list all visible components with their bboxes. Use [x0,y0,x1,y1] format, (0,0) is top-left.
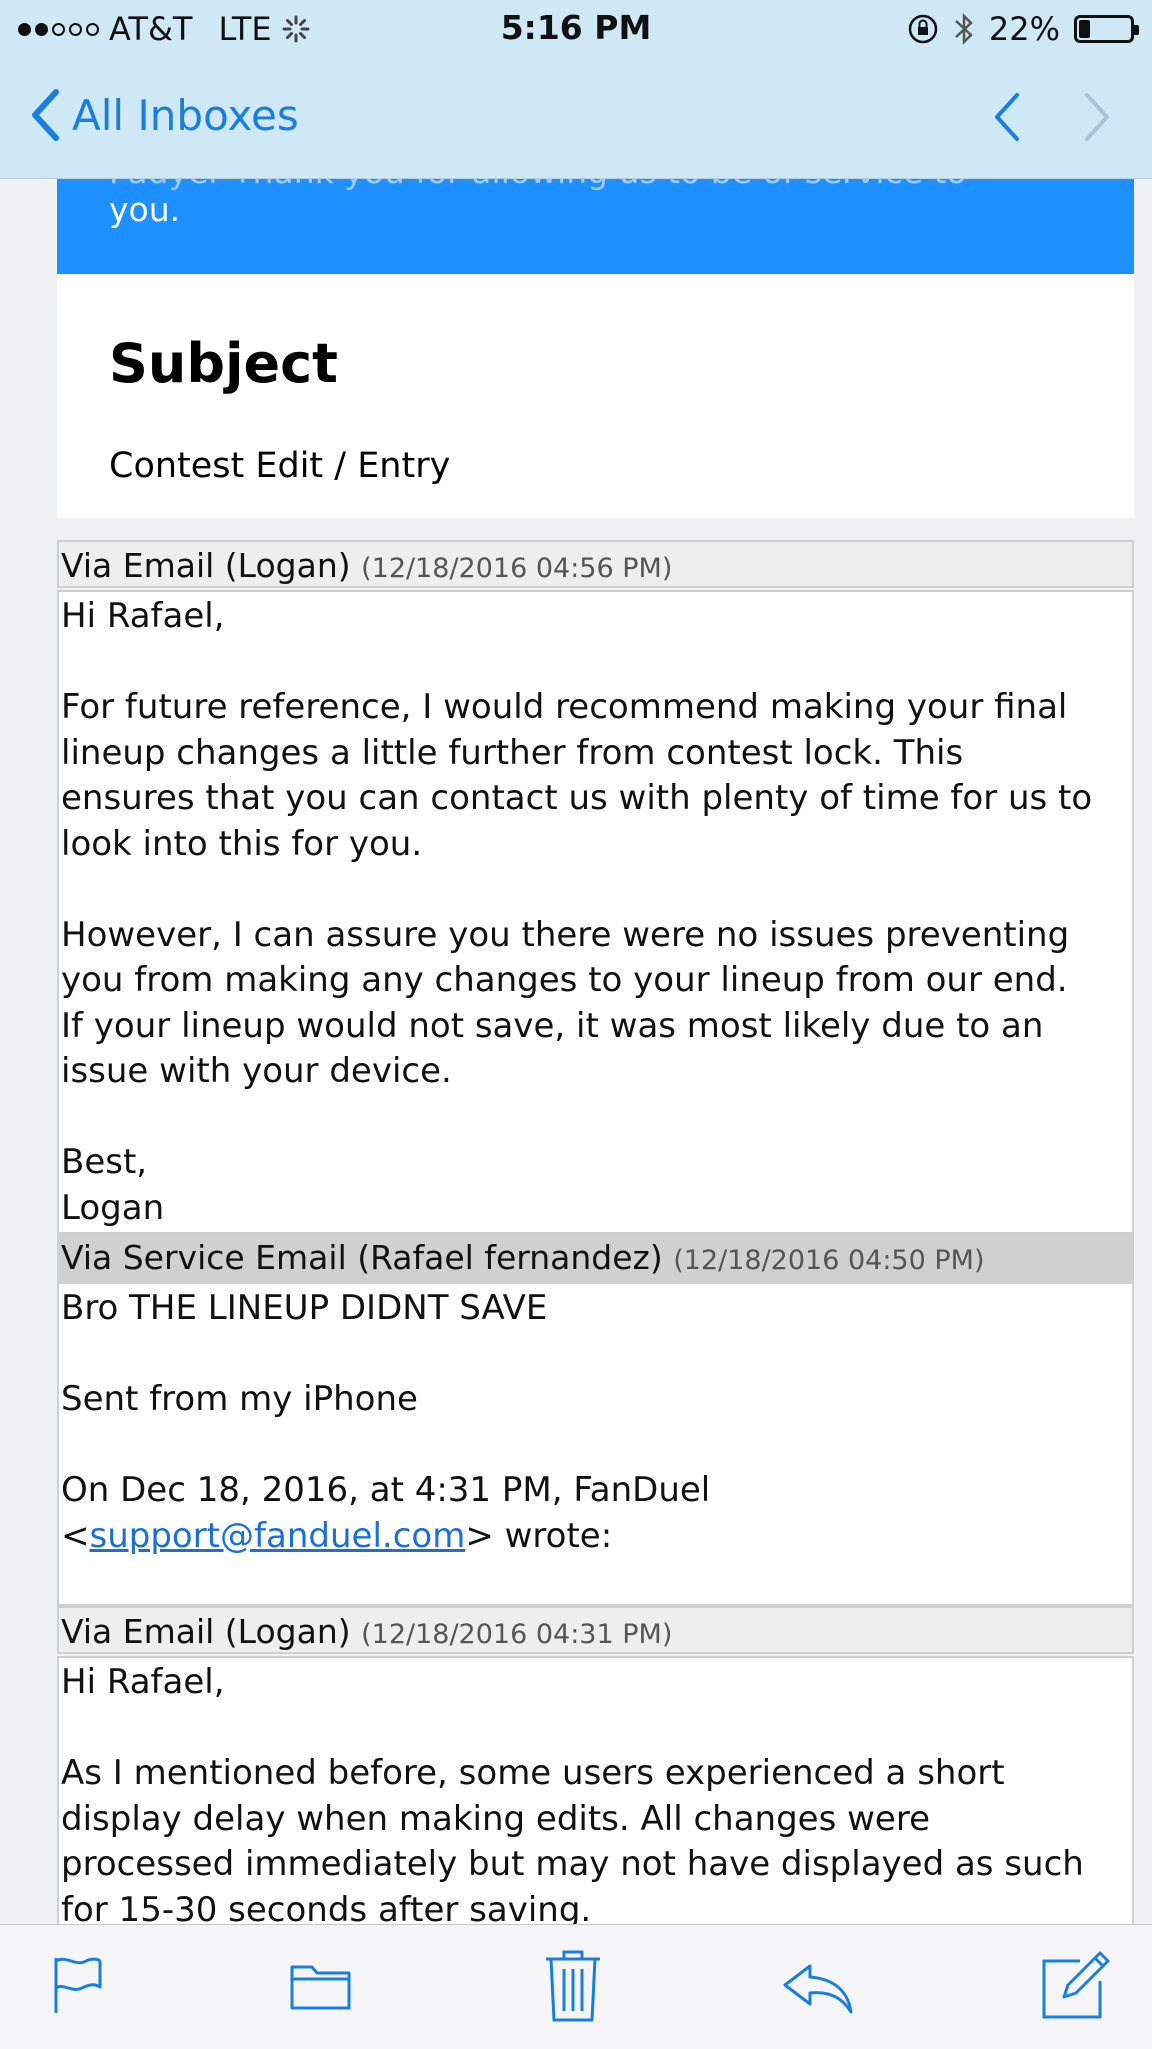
reply-icon[interactable] [782,1963,854,2015]
message-sender: Via Email (Logan) [61,546,351,585]
battery-fill [1079,20,1090,38]
status-bar: AT&T LTE 5:16 PM 22% [0,0,1152,56]
message-line: On Dec 18, 2016, at 4:31 PM, FanDuel [61,1470,711,1510]
support-email-link[interactable]: support@fanduel.com [90,1516,466,1556]
message-line: Best, [61,1142,148,1182]
message-header: Via Service Email (Rafael fernandez) (12… [57,1232,1134,1284]
quoted-line: <support@fanduel.com> wrote: [61,1514,1130,1560]
quote-prefix: < [61,1515,90,1556]
message-date: (12/18/2016 04:56 PM) [361,553,673,584]
message-line: Hi Rafael, [61,1662,225,1702]
message-line: display delay when making edits. All cha… [61,1798,930,1839]
subject-block: Subject Contest Edit / Entry [57,274,1134,518]
compose-icon[interactable] [1040,1949,1112,2021]
thank-you-banner: Padyer Thank you for allowing us to be o… [57,178,1134,274]
status-right: 22% [907,10,1139,48]
message-line: you from making any changes to your line… [61,960,1068,1000]
bottom-toolbar [0,1924,1152,2049]
banner-line-1: Padyer Thank you for allowing us to be o… [109,178,967,191]
message-line: ensures that you can contact us with ple… [61,778,1093,818]
message-body: Bro THE LINEUP DIDNT SAVE Sent from my i… [57,1282,1134,1606]
message-date: (12/18/2016 04:31 PM) [361,1619,673,1650]
bluetooth-icon [955,12,973,46]
banner-line-2: you. [109,190,181,229]
message-line: As I mentioned before, some users experi… [61,1753,1005,1793]
flag-icon[interactable] [50,1955,106,2015]
subject-value: Contest Edit / Entry [109,446,451,486]
chevron-left-icon [32,89,59,141]
message-line: Bro THE LINEUP DIDNT SAVE [61,1288,548,1328]
battery-percent: 22% [988,10,1060,48]
message-line: look into this for you. [61,823,423,864]
message-line: For future reference, I would recommend … [61,687,1068,727]
message-line: issue with your device. [61,1051,452,1091]
folder-icon[interactable] [290,1961,352,2011]
message-line: Sent from my iPhone [61,1379,418,1419]
message-line: Hi Rafael, [61,596,225,636]
message-sender: Via Service Email (Rafael fernandez) [61,1238,663,1277]
back-button-label: All Inboxes [72,90,299,140]
message-body: Hi Rafael, As I mentioned before, some u… [57,1656,1134,1924]
subject-heading: Subject [109,332,338,395]
message-line: If your lineup would not save, it was mo… [61,1005,1044,1046]
message-header: Via Email (Logan) (12/18/2016 04:56 PM) [57,540,1134,588]
message-line: for 15-30 seconds after saving. [61,1889,592,1925]
next-message-icon[interactable] [1082,90,1112,144]
message-date: (12/18/2016 04:50 PM) [673,1245,985,1276]
quote-suffix: > wrote: [465,1515,613,1556]
message-line: processed immediately but may not have d… [61,1844,1084,1884]
previous-message-icon[interactable] [992,90,1022,144]
message-line: However, I can assure you there were no … [61,914,1070,955]
message-sender: Via Email (Logan) [61,1612,351,1651]
email-content[interactable]: Padyer Thank you for allowing us to be o… [0,178,1152,1924]
back-button[interactable]: All Inboxes [30,88,299,142]
message-header: Via Email (Logan) (12/18/2016 04:31 PM) [57,1606,1134,1654]
navigation-bar: All Inboxes [0,56,1152,179]
message-line: lineup changes a little further from con… [61,732,964,773]
message-navigation [992,90,1112,144]
trash-icon[interactable] [544,1949,602,2023]
message-line: Logan [61,1187,165,1228]
orientation-lock-icon [908,14,938,44]
battery-icon [1074,15,1139,43]
